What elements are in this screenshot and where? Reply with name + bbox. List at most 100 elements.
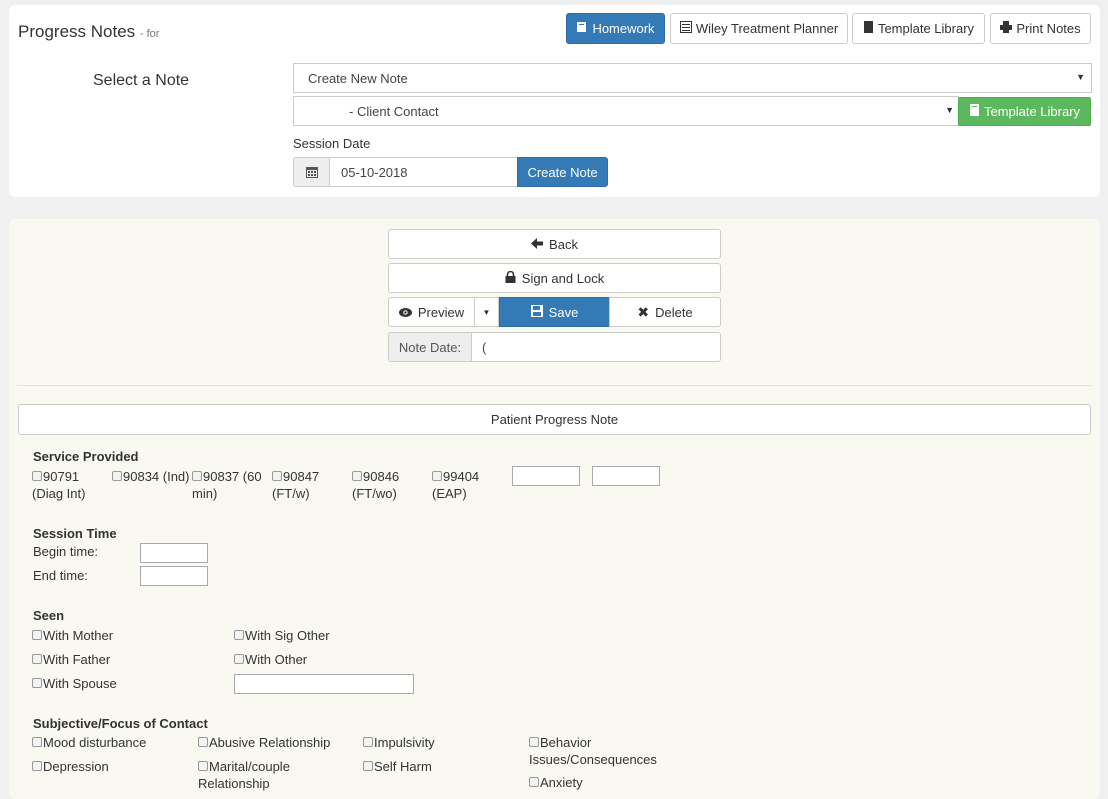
subjective-anxiety[interactable]: Anxiety (529, 774, 583, 791)
subjective-option-label: Behavior (540, 735, 592, 750)
subjective-abusive-relationship[interactable]: Abusive Relationship (198, 734, 330, 751)
template-library-green-button[interactable]: Template Library (958, 97, 1091, 126)
service-option-90846[interactable]: 90846 (FT/wo) (352, 468, 399, 502)
end-time-label: End time: (33, 568, 88, 583)
homework-button[interactable]: Homework (566, 13, 665, 44)
back-button[interactable]: Back (388, 229, 721, 259)
seen-other-input[interactable] (234, 674, 414, 694)
wiley-treatment-planner-button[interactable]: Wiley Treatment Planner (670, 13, 848, 44)
checkbox[interactable] (32, 737, 42, 747)
subjective-option-label: Relationship (198, 776, 270, 791)
preview-label: Preview (417, 304, 465, 320)
checkbox[interactable] (363, 737, 373, 747)
x-icon: ✖ (637, 303, 650, 320)
lock-icon (505, 270, 516, 286)
subjective-option-label: Abusive Relationship (209, 735, 331, 750)
service-option-label: (FT/wo) (352, 486, 397, 501)
checkbox[interactable] (32, 654, 42, 664)
subjective-behavior-issues[interactable]: Behavior Issues/Consequences (529, 734, 657, 768)
subjective-marital-couple[interactable]: Marital/couple Relationship (198, 758, 290, 792)
template-library-label: Template Library (877, 21, 975, 36)
checkbox[interactable] (529, 737, 539, 747)
subjective-depression[interactable]: Depression (32, 758, 109, 775)
checkbox[interactable] (198, 737, 208, 747)
checkbox[interactable] (112, 471, 122, 481)
template-select-value: - Client Contact (349, 103, 439, 119)
create-note-button[interactable]: Create Note (517, 157, 608, 187)
begin-time-label: Begin time: (33, 544, 99, 559)
preview-dropdown-toggle[interactable]: ▼ (474, 297, 499, 327)
checkbox[interactable] (192, 471, 202, 481)
checkbox[interactable] (32, 471, 42, 481)
service-provided-heading: Service Provided (33, 449, 139, 464)
checkbox[interactable] (529, 777, 539, 787)
service-other-input-1[interactable] (512, 466, 580, 486)
note-select[interactable]: Create New Note ▼ (293, 63, 1092, 93)
service-option-90834[interactable]: 90834 (Ind) (112, 468, 190, 485)
seen-with-father[interactable]: With Father (32, 651, 110, 668)
preview-button[interactable]: Preview (388, 297, 475, 327)
end-time-input[interactable] (140, 566, 208, 586)
seen-option-label: With Sig Other (245, 628, 330, 643)
seen-with-spouse[interactable]: With Spouse (32, 675, 117, 692)
checkbox[interactable] (198, 761, 208, 771)
session-date-input[interactable]: 05-10-2018 (329, 157, 518, 187)
page-title: Progress Notes - for (18, 22, 159, 42)
service-option-90847[interactable]: 90847 (FT/w) (272, 468, 319, 502)
template-library-green-label: Template Library (983, 104, 1081, 119)
note-date-label: Note Date: (388, 332, 472, 362)
service-option-label: 90837 (60 (203, 469, 262, 484)
seen-option-label: With Mother (43, 628, 114, 643)
select-note-label: Select a Note (93, 72, 190, 89)
checkbox[interactable] (363, 761, 373, 771)
service-option-90791[interactable]: 90791 (Diag Int) (32, 468, 85, 502)
floppy-icon (530, 304, 543, 320)
caret-down-icon: ▼ (1076, 72, 1085, 82)
subjective-option-label: Mood disturbance (43, 735, 147, 750)
checkbox[interactable] (234, 630, 244, 640)
service-other-input-2[interactable] (592, 466, 660, 486)
checkbox[interactable] (32, 761, 42, 771)
note-date-input[interactable]: ( (471, 332, 721, 362)
subjective-option-label: Depression (43, 759, 109, 774)
book-icon (969, 104, 980, 119)
subjective-option-label: Issues/Consequences (529, 752, 657, 767)
begin-time-input[interactable] (140, 543, 208, 563)
seen-with-other[interactable]: With Other (234, 651, 307, 668)
delete-button[interactable]: ✖ Delete (609, 297, 721, 327)
print-notes-button[interactable]: Print Notes (990, 13, 1091, 44)
checkbox[interactable] (32, 630, 42, 640)
service-option-label: min) (192, 486, 218, 501)
service-option-99404[interactable]: 99404 (EAP) (432, 468, 479, 502)
print-icon (1000, 21, 1013, 36)
template-library-button[interactable]: Template Library (852, 13, 985, 44)
seen-with-mother[interactable]: With Mother (32, 627, 113, 644)
arrow-left-icon (531, 237, 544, 252)
page-title-text: Progress Notes (18, 22, 136, 41)
service-option-label: (FT/w) (272, 486, 310, 501)
calendar-icon[interactable] (293, 157, 330, 187)
book-icon (576, 21, 588, 36)
checkbox[interactable] (432, 471, 442, 481)
checkbox[interactable] (352, 471, 362, 481)
eye-icon (398, 305, 412, 320)
seen-option-label: With Spouse (43, 676, 117, 691)
seen-with-sig-other[interactable]: With Sig Other (234, 627, 330, 644)
session-time-heading: Session Time (33, 526, 117, 541)
sign-and-lock-button[interactable]: Sign and Lock (388, 263, 721, 293)
subjective-option-label: Anxiety (540, 775, 583, 790)
book-icon (863, 21, 874, 36)
subjective-mood-disturbance[interactable]: Mood disturbance (32, 734, 146, 751)
note-editor-panel: Back Sign and Lock Preview ▼ Save ✖ Dele… (9, 219, 1100, 799)
subjective-impulsivity[interactable]: Impulsivity (363, 734, 435, 751)
save-button[interactable]: Save (499, 297, 610, 327)
subjective-self-harm[interactable]: Self Harm (363, 758, 432, 775)
caret-down-icon: ▼ (482, 307, 491, 317)
checkbox[interactable] (272, 471, 282, 481)
service-option-90837[interactable]: 90837 (60 min) (192, 468, 262, 502)
template-select[interactable]: - Client Contact ▼ (293, 96, 959, 126)
session-date-value: 05-10-2018 (341, 164, 408, 180)
checkbox[interactable] (234, 654, 244, 664)
checkbox[interactable] (32, 678, 42, 688)
divider (17, 385, 1091, 386)
